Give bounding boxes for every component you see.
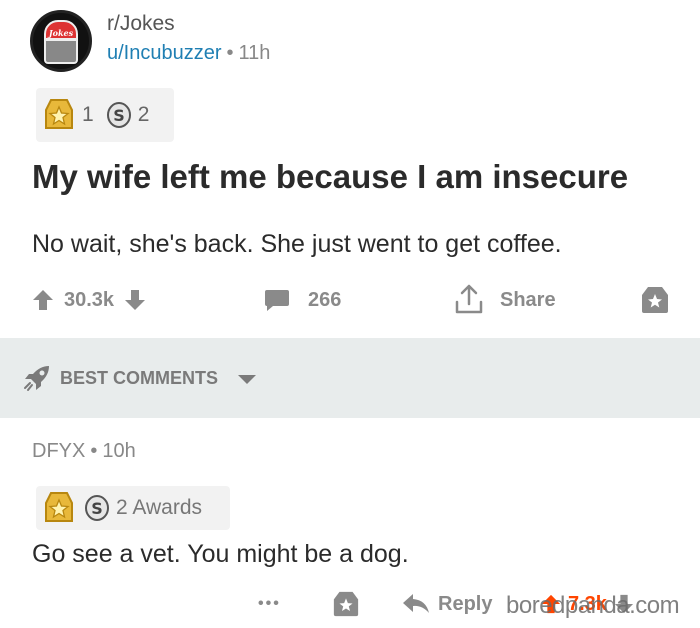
post-score: 30.3k <box>64 288 115 311</box>
post-action-bar: 30.3k 266 Share <box>0 280 700 320</box>
subreddit-name[interactable]: r/Jokes <box>107 12 175 36</box>
rocket-icon <box>24 366 49 391</box>
silver-coin-icon: S <box>106 102 131 128</box>
subreddit-avatar-label: Jokes <box>48 28 74 38</box>
post-awards[interactable]: 1 S 2 <box>36 88 174 142</box>
sort-label: BEST COMMENTS <box>60 368 219 388</box>
watermark: boredpanda.com <box>506 592 680 619</box>
comment-age: 10h <box>102 440 136 462</box>
post-body: No wait, she's back. She just went to ge… <box>32 230 562 258</box>
post-header: Jokes r/Jokes u/Incubuzzer • 11h <box>30 10 670 72</box>
reply-arrow-icon <box>403 594 429 613</box>
award-badge-icon <box>333 591 359 617</box>
more-options-button[interactable]: ••• <box>258 586 281 622</box>
comments-button[interactable]: 266 <box>264 280 341 320</box>
gold-medal-icon <box>45 492 73 522</box>
silver-coin-icon: S <box>85 495 109 521</box>
share-icon <box>455 284 483 314</box>
gold-award-count: 1 <box>82 103 94 126</box>
comment-body: Go see a vet. You might be a dog. <box>32 540 409 568</box>
chevron-down-icon <box>238 375 256 384</box>
share-button[interactable]: Share <box>454 280 556 320</box>
silver-award-count: 2 <box>137 103 150 126</box>
separator-dot: • <box>226 42 234 64</box>
award-button[interactable] <box>640 280 670 320</box>
svg-text:S: S <box>113 106 125 125</box>
comment-awards[interactable]: S 2 Awards <box>36 486 230 530</box>
award-badge-icon <box>642 287 668 313</box>
downvote-arrow-icon[interactable] <box>124 289 146 311</box>
svg-text:S: S <box>91 499 103 518</box>
comment-award-button[interactable] <box>332 586 360 622</box>
upvote-arrow-icon[interactable] <box>32 289 54 311</box>
jukebox-icon: Jokes <box>44 20 78 64</box>
comment-count: 266 <box>308 288 342 311</box>
gold-medal-icon <box>45 99 73 129</box>
vote-controls: 30.3k <box>32 280 146 320</box>
comment-author[interactable]: DFYX <box>32 440 85 462</box>
post-byline: u/Incubuzzer • 11h <box>107 42 270 65</box>
reply-button[interactable]: Reply <box>402 586 492 622</box>
comment-sort-bar[interactable]: BEST COMMENTS <box>0 338 700 418</box>
post-author-link[interactable]: u/Incubuzzer <box>107 42 222 64</box>
post-age: 11h <box>238 42 271 64</box>
reply-label: Reply <box>438 592 493 615</box>
comment-meta: DFYX • 10h <box>32 440 136 463</box>
subreddit-avatar[interactable]: Jokes <box>30 10 92 72</box>
post-title[interactable]: My wife left me because I am insecure <box>32 158 628 196</box>
separator-dot: • <box>90 440 98 462</box>
comment-bubble-icon <box>265 290 289 311</box>
share-label: Share <box>500 288 556 311</box>
comment-awards-label: 2 Awards <box>116 496 202 519</box>
